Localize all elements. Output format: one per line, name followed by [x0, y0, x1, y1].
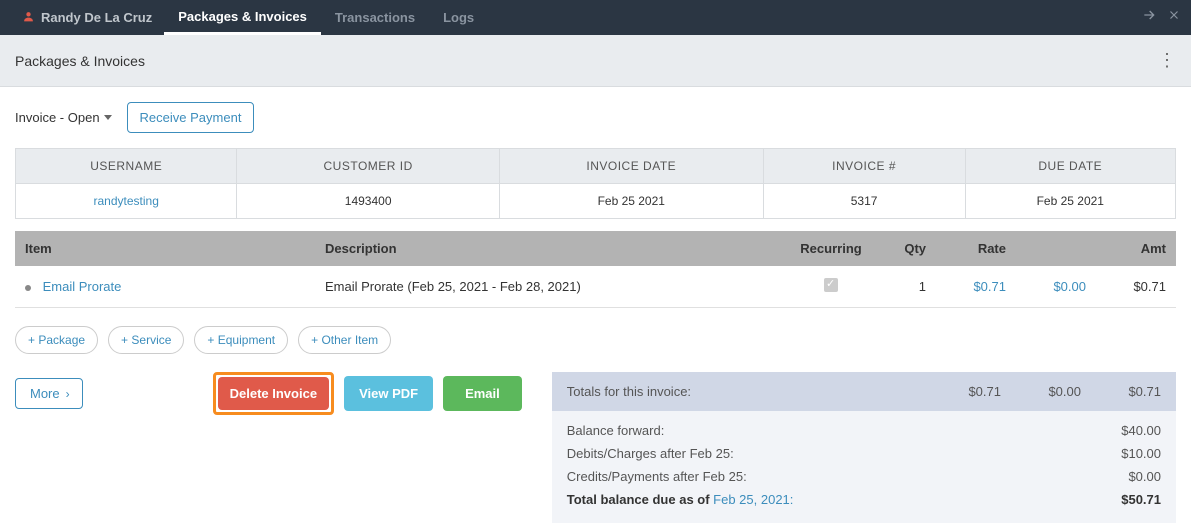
- delete-invoice-button[interactable]: Delete Invoice: [218, 377, 329, 410]
- action-row: More › Delete Invoice View PDF Email Tot…: [0, 372, 1191, 523]
- totals-body: Balance forward: $40.00 Debits/Charges a…: [552, 411, 1176, 523]
- totals-row-value: $10.00: [1081, 446, 1161, 461]
- items-header-item: Item: [15, 231, 315, 266]
- add-package-button[interactable]: + Package: [15, 326, 98, 354]
- info-row: randytesting 1493400 Feb 25 2021 5317 Fe…: [16, 184, 1176, 219]
- items-header-description: Description: [315, 231, 786, 266]
- more-options-icon[interactable]: ⋮: [1158, 50, 1176, 71]
- recurring-checkbox-icon: [824, 278, 838, 292]
- totals-final-date-link[interactable]: Feb 25, 2021:: [713, 492, 793, 507]
- close-icon[interactable]: [1167, 8, 1181, 27]
- add-other-item-button[interactable]: + Other Item: [298, 326, 391, 354]
- line-item-extra[interactable]: $0.00: [1053, 279, 1086, 294]
- view-pdf-button[interactable]: View PDF: [344, 376, 433, 411]
- info-header-username: USERNAME: [16, 149, 237, 184]
- user-icon: [22, 10, 35, 26]
- line-item-cell: Email Prorate: [15, 266, 315, 308]
- totals-row-value: $40.00: [1081, 423, 1161, 438]
- invoice-date-value: Feb 25 2021: [499, 184, 763, 219]
- chevron-down-icon: [104, 115, 112, 120]
- sub-header: Packages & Invoices ⋮: [0, 35, 1191, 87]
- customer-id-value: 1493400: [237, 184, 500, 219]
- add-item-row: + Package + Service + Equipment + Other …: [0, 308, 1191, 372]
- totals-panel: Totals for this invoice: $0.71 $0.00 $0.…: [552, 372, 1176, 523]
- items-header-recurring: Recurring: [786, 231, 876, 266]
- totals-final-row: Total balance due as of Feb 25, 2021: $5…: [567, 488, 1161, 511]
- sub-header-title: Packages & Invoices: [15, 53, 145, 69]
- items-header-qty: Qty: [876, 231, 936, 266]
- totals-row: Debits/Charges after Feb 25: $10.00: [567, 442, 1161, 465]
- chevron-right-icon: ›: [66, 387, 70, 401]
- items-header-rate: Rate: [936, 231, 1016, 266]
- invoice-status-dropdown[interactable]: Invoice - Open: [15, 110, 112, 125]
- more-button[interactable]: More ›: [15, 378, 83, 409]
- line-item-rate[interactable]: $0.71: [973, 279, 1006, 294]
- totals-header-col1: $0.71: [921, 384, 1001, 399]
- delete-invoice-highlight: Delete Invoice: [213, 372, 334, 415]
- tab-packages-invoices[interactable]: Packages & Invoices: [164, 0, 321, 35]
- top-nav: Randy De La Cruz Packages & Invoices Tra…: [0, 0, 1191, 35]
- add-service-button[interactable]: + Service: [108, 326, 184, 354]
- line-item-link[interactable]: Email Prorate: [43, 279, 122, 294]
- receive-payment-button[interactable]: Receive Payment: [127, 102, 255, 133]
- content: USERNAME CUSTOMER ID INVOICE DATE INVOIC…: [0, 148, 1191, 308]
- tab-transactions[interactable]: Transactions: [321, 0, 429, 35]
- more-button-label: More: [30, 386, 60, 401]
- arrow-right-icon[interactable]: [1141, 7, 1157, 28]
- items-header-blank: [1016, 231, 1096, 266]
- line-item-amt: $0.71: [1096, 266, 1176, 308]
- line-item-description: Email Prorate (Feb 25, 2021 - Feb 28, 20…: [315, 266, 786, 308]
- bullet-icon: [25, 285, 31, 291]
- items-header-amt: Amt: [1096, 231, 1176, 266]
- totals-final-label: Total balance due as of Feb 25, 2021:: [567, 492, 1081, 507]
- left-actions: More › Delete Invoice View PDF Email: [15, 372, 522, 415]
- totals-row-label: Credits/Payments after Feb 25:: [567, 469, 1081, 484]
- totals-header-col2: $0.00: [1001, 384, 1081, 399]
- top-nav-left: Randy De La Cruz Packages & Invoices Tra…: [10, 0, 488, 35]
- info-header-customer-id: CUSTOMER ID: [237, 149, 500, 184]
- info-header-invoice-number: INVOICE #: [763, 149, 965, 184]
- totals-final-prefix: Total balance due as of: [567, 492, 713, 507]
- due-date-value: Feb 25 2021: [965, 184, 1175, 219]
- invoice-info-table: USERNAME CUSTOMER ID INVOICE DATE INVOIC…: [15, 148, 1176, 219]
- username-link[interactable]: randytesting: [94, 194, 159, 208]
- toolbar: Invoice - Open Receive Payment: [0, 87, 1191, 148]
- totals-row: Balance forward: $40.00: [567, 419, 1161, 442]
- tab-logs[interactable]: Logs: [429, 0, 488, 35]
- totals-row-value: $0.00: [1081, 469, 1161, 484]
- totals-row-label: Debits/Charges after Feb 25:: [567, 446, 1081, 461]
- add-equipment-button[interactable]: + Equipment: [194, 326, 288, 354]
- info-header-invoice-date: INVOICE DATE: [499, 149, 763, 184]
- totals-row-label: Balance forward:: [567, 423, 1081, 438]
- user-section[interactable]: Randy De La Cruz: [10, 0, 164, 35]
- totals-header-label: Totals for this invoice:: [567, 384, 921, 399]
- totals-header-col3: $0.71: [1081, 384, 1161, 399]
- user-name-label: Randy De La Cruz: [41, 10, 152, 25]
- totals-final-value: $50.71: [1081, 492, 1161, 507]
- invoice-status-label: Invoice - Open: [15, 110, 100, 125]
- line-item-recurring: [786, 266, 876, 308]
- line-item-row: Email Prorate Email Prorate (Feb 25, 202…: [15, 266, 1176, 308]
- line-item-qty: 1: [876, 266, 936, 308]
- totals-row: Credits/Payments after Feb 25: $0.00: [567, 465, 1161, 488]
- top-nav-right: [1141, 7, 1181, 28]
- totals-header: Totals for this invoice: $0.71 $0.00 $0.…: [552, 372, 1176, 411]
- info-header-due-date: DUE DATE: [965, 149, 1175, 184]
- line-items-table: Item Description Recurring Qty Rate Amt …: [15, 231, 1176, 308]
- email-button[interactable]: Email: [443, 376, 522, 411]
- invoice-number-value: 5317: [763, 184, 965, 219]
